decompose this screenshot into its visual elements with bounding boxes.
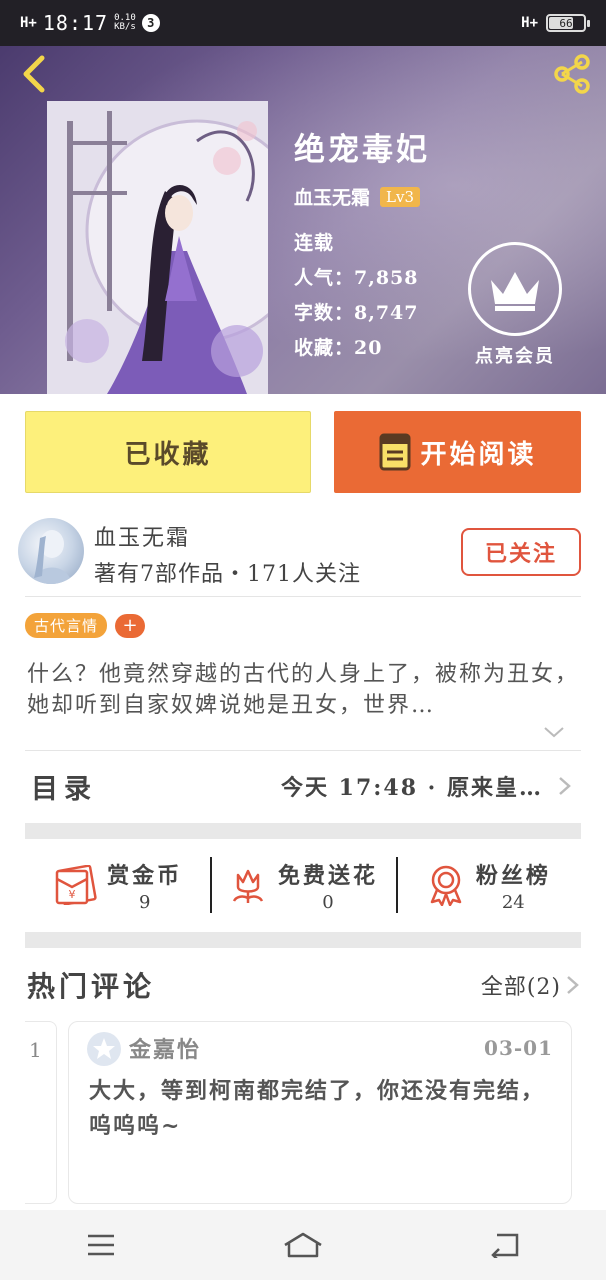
author-avatar[interactable] <box>18 518 84 584</box>
fan-ranking-button[interactable]: 粉丝榜 24 <box>395 845 581 925</box>
author-stats: 著有7部作品・171人关注 <box>94 562 361 587</box>
author-card[interactable]: 血玉无霜 著有7部作品・171人关注 已关注 <box>18 518 588 590</box>
vip-button[interactable]: 点亮会员 <box>466 242 564 368</box>
medal-icon <box>430 865 462 906</box>
signal-indicator: H+ <box>20 15 37 31</box>
comment-text: 大大，等到柯南都完结了，你还没有完结，呜呜呜~ <box>89 1078 546 1139</box>
book-header: 绝宠毒妃 血玉无霜 Lv3 连载 人气：7,858 字数：8,747 收藏：20… <box>0 46 606 394</box>
hot-comments-header: 热门评论 全部(2) <box>27 960 581 1010</box>
author-level-badge: Lv3 <box>380 186 420 207</box>
tag-row: 古代言情 + <box>25 613 146 638</box>
comment-card[interactable]: 金嘉怡 03-01 大大，等到柯南都完结了，你还没有完结，呜呜呜~ <box>68 1021 572 1204</box>
section-separator <box>25 932 581 948</box>
all-comments-label: 全部(2) <box>480 975 561 1000</box>
support-row: ¥ 赏金币 9 免费送花 0 粉丝榜 24 <box>25 845 581 925</box>
network-speed: 0.10 KB/s <box>114 14 136 32</box>
network-speed-unit: KB/s <box>114 22 136 32</box>
catalog-title: 目录 <box>31 773 97 805</box>
home-button[interactable] <box>273 1220 333 1270</box>
reward-coins-button[interactable]: ¥ 赏金币 9 <box>25 845 210 925</box>
add-tag-button[interactable]: + <box>115 613 146 638</box>
latest-chapter: 今天 17:48 · 原来皇… <box>281 775 543 801</box>
expand-synopsis-button[interactable] <box>542 722 566 742</box>
system-nav-bar <box>0 1210 606 1280</box>
share-button[interactable] <box>550 52 594 96</box>
back-button[interactable] <box>16 54 52 94</box>
author-name[interactable]: 血玉无霜 <box>94 520 190 552</box>
chevron-down-icon <box>544 727 564 738</box>
book-info: 绝宠毒妃 血玉无霜 Lv3 连载 人气：7,858 字数：8,747 收藏：20 <box>294 124 430 360</box>
book-cover[interactable] <box>47 101 268 394</box>
comment-date: 03-01 <box>484 1036 553 1060</box>
back-nav-button[interactable] <box>475 1220 535 1270</box>
book-author-row: 血玉无霜 Lv3 <box>294 183 430 210</box>
status-time: 18:17 <box>42 11 109 35</box>
genre-tag[interactable]: 古代言情 <box>25 613 108 638</box>
all-comments-link[interactable]: 全部(2) <box>481 969 581 1001</box>
collected-button[interactable]: 已收藏 <box>25 411 311 493</box>
follow-button[interactable]: 已关注 <box>461 528 581 576</box>
popularity-stat: 人气：7,858 <box>294 267 419 289</box>
menu-button[interactable] <box>71 1220 131 1270</box>
svg-text:¥: ¥ <box>69 888 76 901</box>
flower-icon <box>232 869 264 903</box>
serial-status: 连载 <box>294 232 335 254</box>
comment-card-previous[interactable]: 1 <box>25 1021 57 1204</box>
word-count-stat: 字数：8,747 <box>294 302 419 324</box>
status-bar: H+ 18:17 0.10 KB/s 3 H+ 66 <box>0 0 606 46</box>
comment-index: 1 <box>29 1038 42 1062</box>
start-reading-button[interactable]: 开始阅读 <box>334 411 581 493</box>
star-icon <box>93 1038 115 1059</box>
book-title: 绝宠毒妃 <box>294 132 430 168</box>
chevron-right-icon <box>567 976 579 994</box>
crown-icon <box>468 242 562 336</box>
reward-coins-count: 9 <box>138 891 151 913</box>
signal-indicator-right: H+ <box>521 15 538 31</box>
cover-illustration <box>47 101 268 394</box>
book-author[interactable]: 血玉无霜 <box>294 183 370 210</box>
fan-ranking-label: 粉丝榜 <box>475 862 551 889</box>
synopsis[interactable]: 什么？他竟然穿越的古代的人身上了，被称为丑女，她却听到自家奴婢说她是丑女，世界… <box>27 659 583 721</box>
send-flower-button[interactable]: 免费送花 0 <box>210 845 395 925</box>
battery-icon: 66 <box>546 14 590 32</box>
divider <box>25 596 581 597</box>
favorites-stat: 收藏：20 <box>294 337 383 359</box>
fan-ranking-count: 24 <box>501 891 525 913</box>
commenter-name[interactable]: 金嘉怡 <box>129 1032 201 1064</box>
commenter-avatar[interactable] <box>87 1032 121 1066</box>
notification-count-badge: 3 <box>141 14 160 32</box>
vip-label: 点亮会员 <box>475 346 555 367</box>
send-flower-label: 免费送花 <box>277 862 378 889</box>
menu-icon <box>88 1234 114 1256</box>
red-envelope-icon: ¥ <box>55 865 97 905</box>
catalog-row[interactable]: 目录 今天 17:48 · 原来皇… <box>25 750 581 822</box>
return-icon <box>491 1233 519 1258</box>
section-separator <box>25 823 581 839</box>
battery-level: 66 <box>559 16 573 30</box>
hot-comments-title: 热门评论 <box>27 970 156 1003</box>
back-arrow-icon <box>23 55 45 93</box>
book-icon <box>379 433 411 471</box>
start-reading-label: 开始阅读 <box>420 439 537 470</box>
chevron-right-icon <box>559 777 571 795</box>
flower-count: 0 <box>322 891 334 913</box>
share-icon <box>554 54 590 94</box>
reward-coins-label: 赏金币 <box>107 862 183 889</box>
home-icon <box>284 1232 322 1258</box>
